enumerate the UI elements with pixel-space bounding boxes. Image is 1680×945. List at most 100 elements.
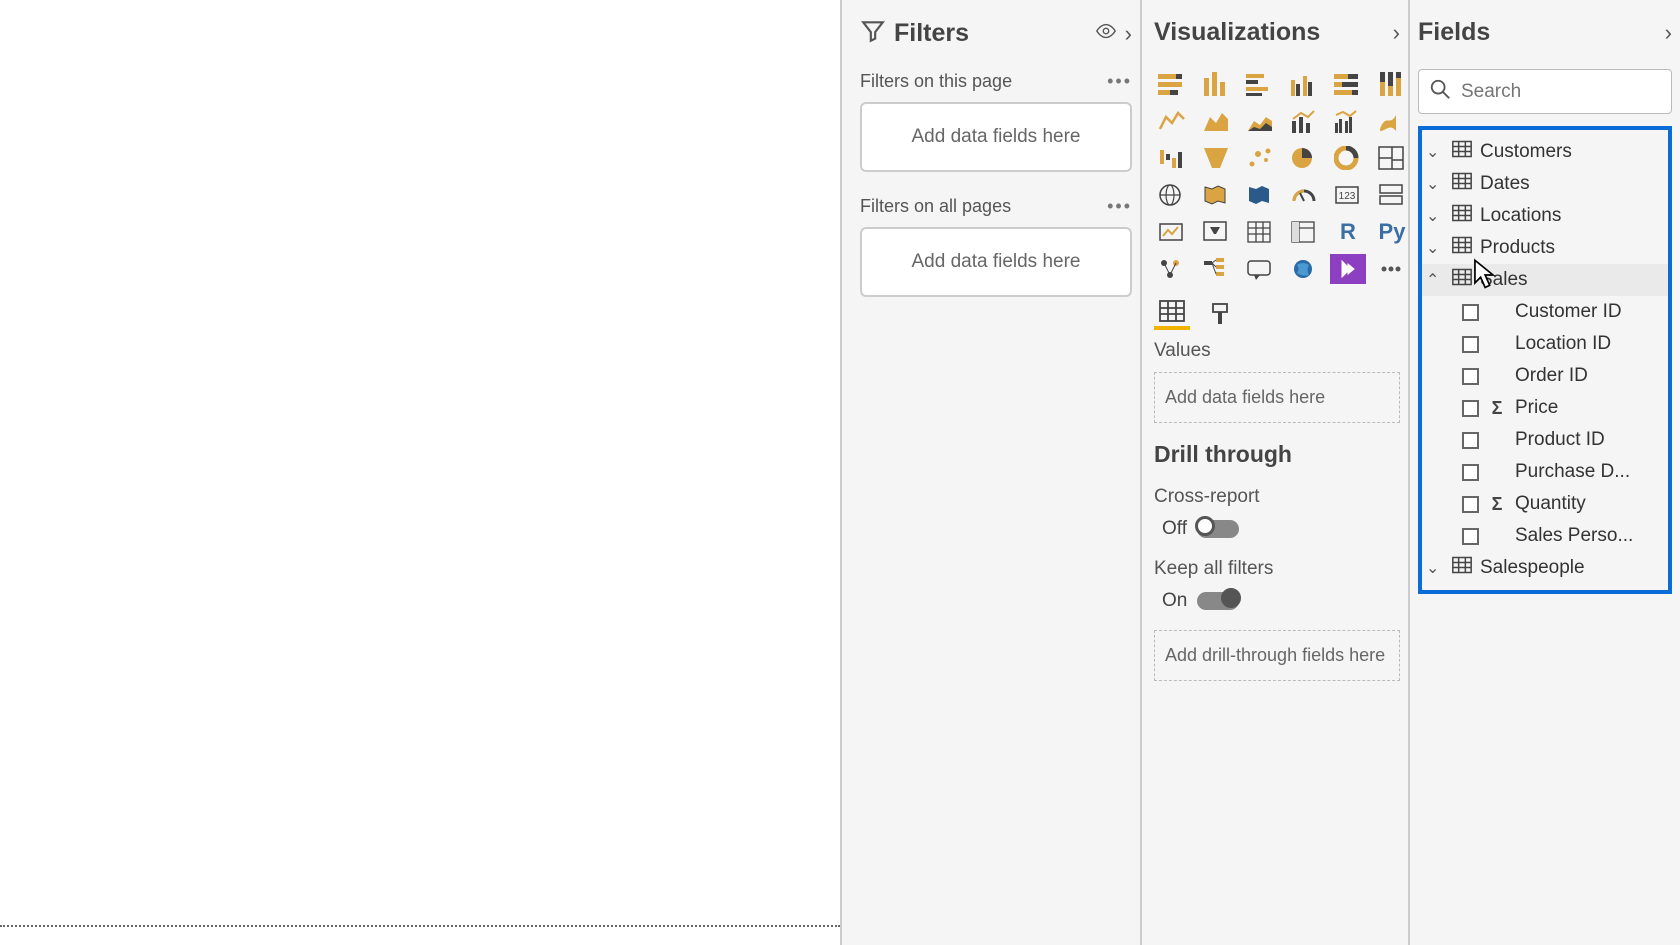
decomposition-tree-icon[interactable] (1198, 254, 1234, 284)
stacked-area-icon[interactable] (1242, 106, 1278, 136)
sigma-icon: Σ (1489, 494, 1505, 515)
table-products[interactable]: ⌄ Products (1422, 232, 1668, 264)
checkbox[interactable] (1462, 496, 1479, 513)
arcgis-icon[interactable] (1286, 254, 1322, 284)
qa-visual-icon[interactable] (1242, 254, 1278, 284)
chevron-down-icon: ⌄ (1426, 206, 1444, 226)
pie-chart-icon[interactable] (1286, 143, 1322, 173)
filter-icon (860, 18, 886, 49)
power-apps-visual-icon[interactable] (1330, 254, 1366, 284)
checkbox[interactable] (1462, 432, 1479, 449)
filters-pane: Filters › Filters on this page ••• Add d… (840, 0, 1140, 945)
multi-row-card-icon[interactable] (1374, 180, 1410, 210)
keep-filters-toggle[interactable] (1197, 592, 1239, 610)
scatter-icon[interactable] (1242, 143, 1278, 173)
kpi-icon[interactable] (1154, 217, 1190, 247)
checkbox[interactable] (1462, 464, 1479, 481)
more-menu-icon[interactable]: ••• (1107, 196, 1132, 217)
stacked-bar-icon[interactable] (1154, 69, 1190, 99)
filled-map-icon[interactable] (1198, 180, 1234, 210)
field-purchase-date[interactable]: Purchase D... (1422, 456, 1668, 488)
fields-search[interactable] (1418, 69, 1672, 114)
cross-report-off-label: Off (1162, 518, 1187, 540)
treemap-icon[interactable] (1374, 143, 1410, 173)
table-locations[interactable]: ⌄ Locations (1422, 200, 1668, 232)
field-label: Quantity (1515, 493, 1586, 515)
field-label: Price (1515, 397, 1558, 419)
checkbox[interactable] (1462, 336, 1479, 353)
table-label: Sales (1480, 269, 1528, 291)
table-icon (1452, 236, 1472, 260)
values-drop-zone[interactable]: Add data fields here (1154, 372, 1400, 423)
line-chart-icon[interactable] (1154, 106, 1190, 136)
r-visual-icon[interactable]: R (1330, 217, 1366, 247)
checkbox[interactable] (1462, 368, 1479, 385)
filters-all-pages-label: Filters on all pages (860, 196, 1011, 217)
fields-pane: Fields › ⌄ Customers ⌄ Dates ⌄ Locations… (1408, 0, 1680, 945)
line-column-icon[interactable] (1286, 106, 1322, 136)
donut-chart-icon[interactable] (1330, 143, 1366, 173)
checkbox[interactable] (1462, 528, 1479, 545)
cross-report-toggle[interactable] (1197, 520, 1239, 538)
values-label: Values (1154, 340, 1400, 362)
field-product-id[interactable]: Product ID (1422, 424, 1668, 456)
fields-search-input[interactable] (1461, 81, 1661, 103)
field-label: Product ID (1515, 429, 1605, 451)
table-label: Dates (1480, 173, 1530, 195)
filters-this-page-label: Filters on this page (860, 71, 1012, 92)
line-clustered-column-icon[interactable] (1330, 106, 1366, 136)
table-salespeople[interactable]: ⌄ Salespeople (1422, 552, 1668, 584)
format-tab-icon[interactable] (1204, 298, 1240, 330)
filters-title: Filters (894, 19, 1087, 48)
gauge-icon[interactable] (1286, 180, 1322, 210)
stacked-column-icon[interactable] (1198, 69, 1234, 99)
card-icon[interactable]: 123 (1330, 180, 1366, 210)
table-customers[interactable]: ⌄ Customers (1422, 136, 1668, 168)
collapse-fields-icon[interactable]: › (1665, 20, 1672, 46)
collapse-filters-icon[interactable]: › (1125, 21, 1132, 47)
field-order-id[interactable]: Order ID (1422, 360, 1668, 392)
ribbon-chart-icon[interactable] (1374, 106, 1410, 136)
area-chart-icon[interactable] (1198, 106, 1234, 136)
filters-this-page-drop[interactable]: Add data fields here (860, 102, 1132, 172)
map-icon[interactable] (1154, 180, 1190, 210)
stacked-column-100-icon[interactable] (1374, 69, 1410, 99)
more-menu-icon[interactable]: ••• (1107, 71, 1132, 92)
python-visual-icon[interactable]: Py (1374, 217, 1410, 247)
fields-title: Fields (1418, 18, 1657, 47)
field-label: Customer ID (1515, 301, 1622, 323)
key-influencers-icon[interactable] (1154, 254, 1190, 284)
more-visuals-icon[interactable] (1374, 254, 1410, 284)
field-customer-id[interactable]: Customer ID (1422, 296, 1668, 328)
checkbox[interactable] (1462, 400, 1479, 417)
matrix-icon[interactable] (1286, 217, 1322, 247)
waterfall-icon[interactable] (1154, 143, 1190, 173)
table-sales[interactable]: ⌃ Sales (1422, 264, 1668, 296)
slicer-icon[interactable] (1198, 217, 1234, 247)
drill-through-drop-zone[interactable]: Add drill-through fields here (1154, 630, 1400, 681)
collapse-viz-icon[interactable]: › (1393, 20, 1400, 46)
clustered-bar-icon[interactable] (1242, 69, 1278, 99)
table-icon[interactable] (1242, 217, 1278, 247)
fields-tab-icon[interactable] (1154, 298, 1190, 330)
checkbox[interactable] (1462, 304, 1479, 321)
field-sales-person[interactable]: Sales Perso... (1422, 520, 1668, 552)
field-quantity[interactable]: Σ Quantity (1422, 488, 1668, 520)
report-canvas[interactable] (0, 0, 840, 945)
field-price[interactable]: ΣPrice (1422, 392, 1668, 424)
field-label: Location ID (1515, 333, 1611, 355)
stacked-bar-100-icon[interactable] (1330, 69, 1366, 99)
table-icon (1452, 556, 1472, 580)
svg-text:123: 123 (1339, 191, 1356, 202)
clustered-column-icon[interactable] (1286, 69, 1322, 99)
visualizations-title: Visualizations (1154, 18, 1385, 47)
filters-all-pages-drop[interactable]: Add data fields here (860, 227, 1132, 297)
table-label: Salespeople (1480, 557, 1585, 579)
shape-map-icon[interactable] (1242, 180, 1278, 210)
eye-icon[interactable] (1095, 20, 1117, 47)
chevron-down-icon: ⌄ (1426, 174, 1444, 194)
table-dates[interactable]: ⌄ Dates (1422, 168, 1668, 200)
funnel-icon[interactable] (1198, 143, 1234, 173)
field-location-id[interactable]: Location ID (1422, 328, 1668, 360)
fields-table-list: ⌄ Customers ⌄ Dates ⌄ Locations ⌄ Produc… (1418, 126, 1672, 594)
